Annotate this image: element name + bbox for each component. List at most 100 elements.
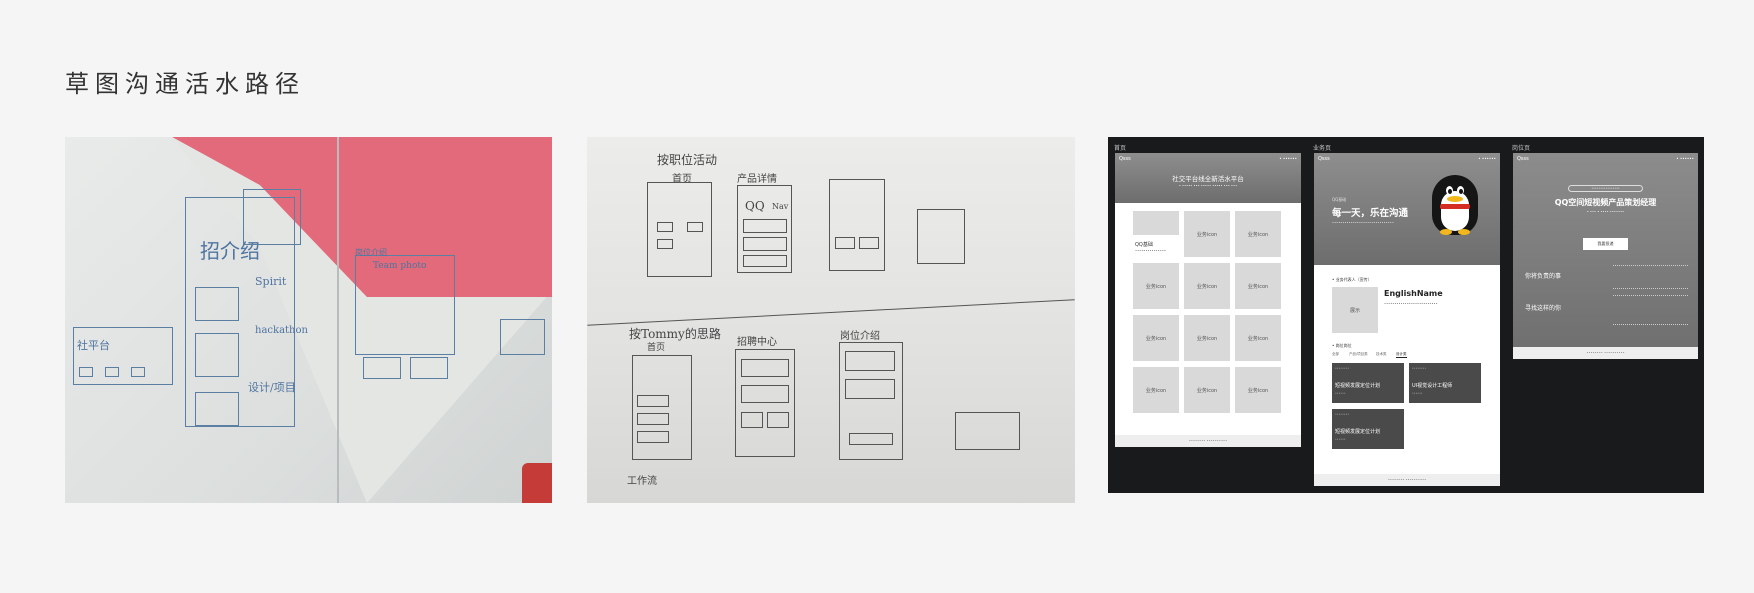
footer: •••••••• ••••••••••: [1513, 347, 1698, 359]
sketch-box: [657, 239, 673, 249]
avatar: 展示: [1332, 287, 1378, 333]
sketch-box: [500, 319, 545, 355]
person-desc: ••••••••••••••••••••••••••: [1384, 302, 1438, 306]
sketch-text: 工作流: [627, 476, 657, 487]
hero-title: 每一天，乐在沟通: [1332, 208, 1409, 219]
hero-subtitle: ••••••••••••••••••••••••••••••: [1332, 221, 1394, 225]
sketch-box: [131, 367, 145, 377]
sketch-box: [743, 219, 787, 233]
sketch-box: [845, 351, 895, 371]
business-icon-cell[interactable]: 业务icon: [1235, 367, 1281, 413]
job-title: 短视频发展定位计划: [1335, 383, 1381, 389]
sketch-frame: [632, 355, 692, 460]
business-icon-cell[interactable]: 业务icon: [1133, 315, 1179, 361]
job-card[interactable]: •••••••• 短视频发展定位计划 ••••••: [1332, 409, 1404, 449]
sketch-box: [743, 255, 787, 267]
job-title: UI视觉设计工程师: [1412, 383, 1453, 389]
sketch-box: [767, 412, 789, 428]
sketch-text: 岗位介绍: [840, 331, 880, 342]
job-card[interactable]: •••••••• 短视频发展定位计划 ••••••: [1332, 363, 1404, 403]
job-meta: ••••••: [1412, 391, 1423, 395]
whiteboard-text: Spirit: [255, 275, 287, 288]
sketch-text: 首页: [647, 343, 666, 353]
sketch-box: [637, 413, 669, 425]
job-tag: ••••••••: [1412, 366, 1427, 370]
hero-kicker: QQ基础: [1332, 197, 1347, 202]
sketch-box: [363, 357, 401, 379]
job-tab[interactable]: 产品/项目类: [1349, 352, 1368, 357]
job-meta: ••••••: [1335, 391, 1346, 395]
business-icon-cell[interactable]: 业务icon: [1235, 263, 1281, 309]
job-title: 短视频发展定位计划: [1335, 429, 1381, 435]
logo: Qsss: [1517, 156, 1529, 162]
footer: •••••••• ••••••••••: [1115, 435, 1301, 447]
requirement-section-title: 寻找这样的你: [1525, 305, 1562, 312]
sketch-box: [637, 395, 669, 407]
sketch-box: [845, 379, 895, 399]
sketch-box: [687, 222, 703, 232]
hero-title: 社交平台线全新活水平台: [1172, 175, 1244, 183]
board-seam: [337, 137, 339, 503]
feature-desc: •••••••••••••••: [1135, 249, 1166, 253]
sketch-text: 按Tommy的思路: [629, 327, 721, 341]
job-tag: ••••••••: [1335, 412, 1350, 416]
home-wireframe: Qsss • •••••• 社交平台线全新活水平台 • ••••• ••• ••…: [1115, 153, 1301, 447]
sketch-text: QQ: [745, 199, 765, 213]
screen-label: 首页: [1114, 145, 1127, 152]
sketch-box: [637, 431, 669, 443]
business-icon-cell[interactable]: 业务icon: [1133, 263, 1179, 309]
sketch-box: [743, 237, 787, 251]
sketch-frame: [829, 179, 885, 271]
top-nav: • ••••••: [1279, 156, 1297, 161]
sketch-box: [79, 367, 93, 377]
sketch-text: 产品详情: [737, 174, 777, 185]
business-icon-cell[interactable]: 业务icon: [1235, 211, 1281, 257]
whiteboard-photo: 招介绍 Spirit hackathon 设计/项目 社平台 Team phot…: [65, 137, 552, 503]
job-meta: ••••••: [1335, 437, 1346, 441]
sketch-text: 按职位活动: [657, 153, 718, 167]
business-icon-cell[interactable]: 业务icon: [1184, 315, 1230, 361]
feature-image: [1133, 211, 1179, 235]
wireframe-board: 首页 Qsss • •••••• 社交平台线全新活水平台 • ••••• •••…: [1108, 137, 1704, 493]
duty-section-title: 你将负责的事: [1525, 273, 1562, 280]
penguin-mascot: [1432, 175, 1478, 235]
business-icon-cell[interactable]: 业务icon: [1133, 367, 1179, 413]
duty-list: [1613, 265, 1688, 289]
hero-banner: Qsss • •••••• QQ基础 每一天，乐在沟通 ••••••••••••…: [1314, 153, 1500, 265]
sketch-box: [657, 222, 673, 232]
sketch-text: 招聘中心: [737, 337, 777, 348]
hero-banner: Qsss • •••••• 社交平台线全新活水平台 • ••••• ••• ••…: [1115, 153, 1301, 203]
sketch-box: [741, 412, 763, 428]
apply-button[interactable]: 我要投递: [1583, 238, 1628, 250]
person-name: EnglishName: [1384, 289, 1443, 298]
sketch-box: [105, 367, 119, 377]
page-title: 草图沟通活水路径: [65, 70, 305, 98]
whiteboard-text: 岗位介绍: [355, 248, 387, 257]
hero-title: QQ空间短视频产品策划经理: [1554, 198, 1657, 207]
top-nav: • ••••••: [1676, 156, 1694, 161]
job-detail-wireframe: Qsss • •••••• •••••••••••••••• QQ空间短视频产品…: [1513, 153, 1698, 359]
sketch-box: [410, 357, 448, 379]
sketch-box: [835, 237, 855, 249]
screen-label: 岗位页: [1512, 145, 1531, 152]
requirement-list: [1613, 295, 1688, 325]
sketch-box: [243, 189, 301, 245]
job-tab[interactable]: 设计类: [1396, 352, 1407, 358]
job-detail-body: Qsss • •••••• •••••••••••••••• QQ空间短视频产品…: [1513, 153, 1698, 359]
logo: Qsss: [1318, 156, 1330, 162]
sketch-box: [195, 392, 239, 426]
business-icon-cell[interactable]: 业务icon: [1184, 263, 1230, 309]
job-tab[interactable]: 技术类: [1376, 352, 1387, 357]
hero-kicker: ••••••••••••••••: [1568, 185, 1643, 192]
business-icon-cell[interactable]: 业务icon: [1235, 315, 1281, 361]
section-title: • 业务代表人（宣传）: [1332, 277, 1372, 282]
logo: Qsss: [1119, 156, 1131, 162]
job-tab[interactable]: 全部: [1332, 352, 1339, 357]
sketch-box: [195, 333, 239, 377]
business-icon-cell[interactable]: 业务icon: [1184, 211, 1230, 257]
whiteboard-text: hackathon: [255, 325, 308, 336]
business-icon-cell[interactable]: 业务icon: [1184, 367, 1230, 413]
sketch-box: [195, 287, 239, 321]
footer: •••••••• ••••••••••: [1314, 474, 1500, 486]
job-card[interactable]: •••••••• UI视觉设计工程师 ••••••: [1409, 363, 1481, 403]
